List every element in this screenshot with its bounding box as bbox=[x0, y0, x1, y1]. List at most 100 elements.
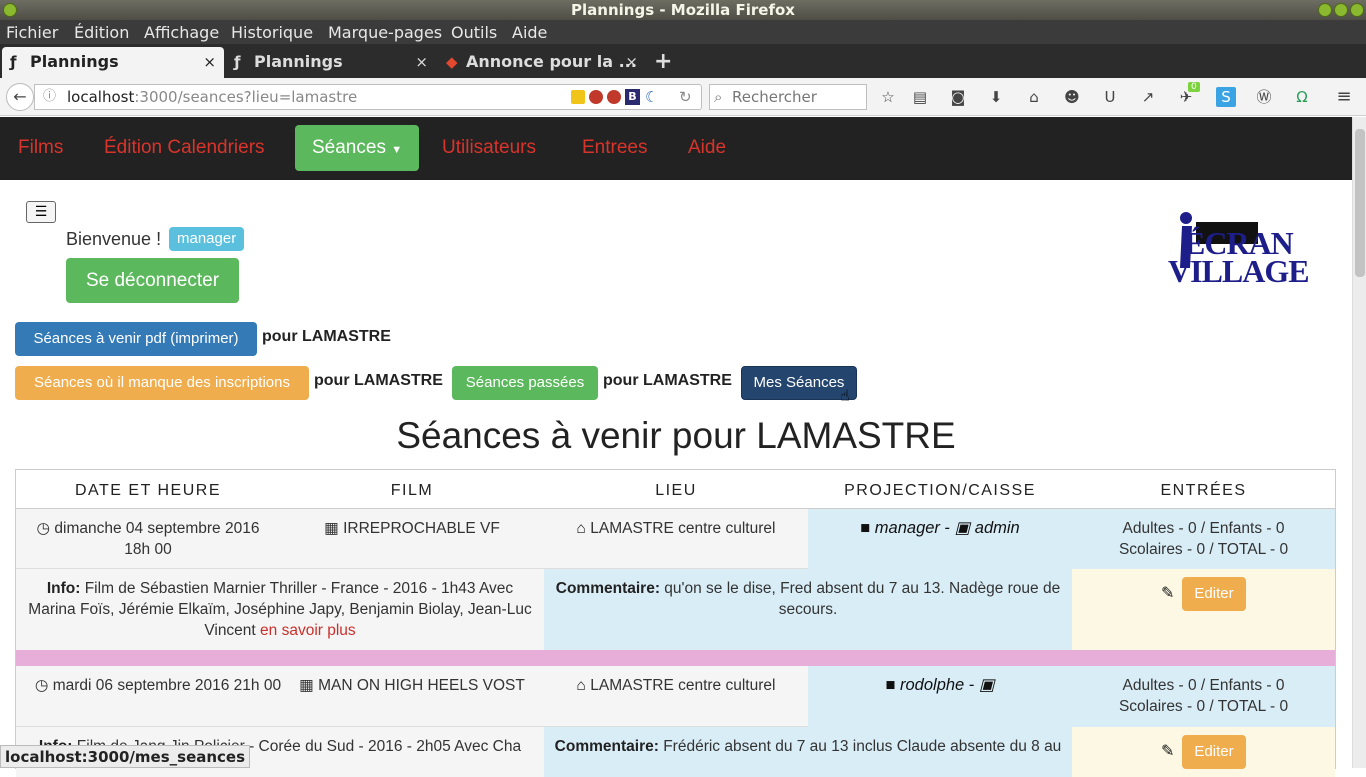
film-cell: ▦ MAN ON HIGH HEELS VOST bbox=[280, 675, 544, 696]
table-row: ◷ mardi 06 septembre 2016 21h 00 ▦ MAN O… bbox=[16, 666, 1335, 727]
home-icon[interactable]: ⌂ bbox=[1024, 87, 1044, 107]
tab-bar: ƒ Plannings × ƒ Plannings × ◆ Annonce po… bbox=[0, 44, 1366, 78]
edit-button[interactable]: Editer bbox=[1182, 577, 1246, 611]
addon-icon[interactable] bbox=[607, 90, 621, 104]
addon-icon[interactable] bbox=[589, 90, 603, 104]
tab-label: Annonce pour la ... bbox=[466, 52, 637, 71]
comment-label: Commentaire: bbox=[554, 738, 659, 755]
menu-edition[interactable]: Édition bbox=[74, 23, 129, 42]
past-seances-button[interactable]: Séances passées bbox=[452, 366, 598, 400]
menu-aide[interactable]: Aide bbox=[512, 23, 547, 42]
entrees-line2: Scolaires - 0 / TOTAL - 0 bbox=[1118, 541, 1289, 558]
video-camera-icon: ■ bbox=[860, 519, 871, 537]
menu-marque-pages[interactable]: Marque-pages bbox=[328, 23, 442, 42]
window-title: Plannings - Mozilla Firefox bbox=[571, 1, 795, 19]
info-icon[interactable]: ⓘ bbox=[43, 85, 56, 109]
en-savoir-plus-link[interactable]: en savoir plus bbox=[260, 622, 356, 639]
menu-affichage[interactable]: Affichage bbox=[144, 23, 219, 42]
welcome-text: Bienvenue ! bbox=[66, 229, 162, 249]
search-icon: ⌕ bbox=[714, 88, 723, 106]
nav-entrees[interactable]: Entrees bbox=[582, 117, 647, 180]
pour-lamastre-label: pour LAMASTRE bbox=[603, 372, 732, 389]
tab-plannings[interactable]: ƒ Plannings × bbox=[226, 47, 436, 78]
seances-pdf-button[interactable]: Séances à venir pdf (imprimer) bbox=[15, 322, 257, 356]
addon-icon[interactable] bbox=[571, 90, 585, 104]
download-icon[interactable]: ⬇ bbox=[986, 87, 1006, 107]
close-tab-icon[interactable]: × bbox=[203, 47, 216, 77]
pour-lamastre-label: pour LAMASTRE bbox=[314, 372, 443, 389]
maximize-icon[interactable] bbox=[1334, 3, 1348, 17]
nav-aide[interactable]: Aide bbox=[688, 117, 726, 180]
lieu-text: LAMASTRE centre culturel bbox=[590, 677, 776, 694]
row-separator bbox=[16, 650, 1335, 666]
info-cell: Info: Film de Sébastien Marnier Thriller… bbox=[26, 578, 534, 641]
gitlab-favicon-icon: ◆ bbox=[446, 53, 458, 71]
entrees-line2: Scolaires - 0 / TOTAL - 0 bbox=[1118, 698, 1289, 715]
minimize-icon[interactable] bbox=[1318, 3, 1332, 17]
missing-inscriptions-button[interactable]: Séances où il manque des inscriptions bbox=[15, 366, 309, 400]
wordpress-icon[interactable]: Ⓦ bbox=[1254, 87, 1274, 107]
nav-seances-dropdown[interactable]: Séances ▼ bbox=[295, 125, 420, 171]
table-header: DATE ET HEURE FILM LIEU PROJECTION/CAISS… bbox=[16, 469, 1335, 509]
s-extension-icon[interactable]: S bbox=[1216, 87, 1236, 107]
pencil-icon: ✎ bbox=[1161, 741, 1175, 760]
pocket-icon[interactable]: ◙ bbox=[948, 87, 968, 107]
addon-icon[interactable]: ☾ bbox=[645, 85, 658, 109]
nav-films[interactable]: Films bbox=[18, 117, 63, 180]
date-text: dimanche 04 septembre 2016 bbox=[54, 520, 260, 537]
headphones-icon[interactable]: Ω bbox=[1292, 87, 1312, 107]
clock-icon: ◷ bbox=[36, 520, 51, 537]
pen-icon[interactable]: ↗ bbox=[1138, 87, 1158, 107]
page-scrollbar[interactable] bbox=[1352, 117, 1366, 768]
menu-historique[interactable]: Historique bbox=[231, 23, 313, 42]
entrees-cell: Adultes - 0 / Enfants - 0 Scolaires - 0 /… bbox=[1072, 518, 1335, 560]
entrees-line1: Adultes - 0 / Enfants - 0 bbox=[1122, 520, 1285, 537]
ecran-village-logo: ÉCRAN VILLAGE bbox=[1168, 208, 1316, 292]
nav-utilisateurs[interactable]: Utilisateurs bbox=[442, 117, 536, 180]
close-tab-icon[interactable]: × bbox=[415, 47, 428, 77]
ublock-icon[interactable]: U bbox=[1100, 87, 1120, 107]
extension-badge: 0 bbox=[1188, 82, 1200, 92]
status-bar-url: localhost:3000/mes_seances bbox=[0, 745, 251, 768]
reading-list-icon[interactable]: ▤ bbox=[910, 87, 930, 107]
url-bar[interactable]: ⓘ localhost:3000/seances?lieu=lamastre B… bbox=[34, 84, 702, 110]
close-tab-icon[interactable]: × bbox=[625, 47, 638, 77]
sidebar-toggle-button[interactable]: ☰ bbox=[26, 201, 56, 223]
home-icon: ⌂ bbox=[576, 520, 586, 537]
bookmark-star-icon[interactable]: ☆ bbox=[878, 87, 898, 107]
search-placeholder: Rechercher bbox=[732, 88, 817, 106]
hamburger-menu-icon[interactable]: ≡ bbox=[1334, 87, 1354, 107]
search-box[interactable]: ⌕ Rechercher bbox=[709, 84, 867, 110]
header-projection: PROJECTION/CAISSE bbox=[844, 482, 1036, 499]
table-row-info: Info: Film de Sébastien Marnier Thriller… bbox=[16, 569, 1335, 650]
scrollbar-thumb[interactable] bbox=[1355, 129, 1365, 277]
logout-button[interactable]: Se déconnecter bbox=[66, 258, 239, 303]
film-cell: ▦ IRREPROCHABLE VF bbox=[280, 518, 544, 539]
video-camera-icon: ■ bbox=[885, 676, 896, 694]
url-host: localhost bbox=[67, 88, 135, 106]
table-row: ◷ dimanche 04 septembre 2016 18h 00 ▦ IRR… bbox=[16, 509, 1335, 569]
tab-label: Plannings bbox=[30, 52, 119, 71]
back-button[interactable]: ← bbox=[6, 83, 34, 111]
nav-edition-calendriers[interactable]: Édition Calendriers bbox=[104, 117, 265, 180]
edit-button[interactable]: Editer bbox=[1182, 735, 1246, 769]
bibtex-icon[interactable]: B bbox=[625, 89, 640, 105]
comment-text: qu'on se le dise, Fred absent du 7 au 13… bbox=[664, 580, 1061, 618]
chat-icon[interactable]: ☻ bbox=[1062, 87, 1082, 107]
reload-icon[interactable]: ↻ bbox=[679, 85, 692, 109]
entrees-line1: Adultes - 0 / Enfants - 0 bbox=[1122, 677, 1285, 694]
site-navbar: Films Édition Calendriers Séances ▼ Util… bbox=[0, 117, 1352, 180]
comment-text: Frédéric absent du 7 au 13 inclus Claude… bbox=[663, 738, 1062, 755]
tab-annonce[interactable]: ◆ Annonce pour la ... × bbox=[438, 47, 646, 78]
window-menu-icon[interactable] bbox=[3, 3, 17, 17]
entrees-cell: Adultes - 0 / Enfants - 0 Scolaires - 0 /… bbox=[1072, 675, 1335, 717]
menu-outils[interactable]: Outils bbox=[451, 23, 497, 42]
navigation-toolbar: ⓘ localhost:3000/seances?lieu=lamastre B… bbox=[0, 78, 1366, 116]
new-tab-button[interactable]: + bbox=[648, 47, 678, 78]
menu-fichier[interactable]: Fichier bbox=[6, 23, 58, 42]
tab-plannings-active[interactable]: ƒ Plannings × bbox=[2, 47, 224, 78]
close-window-icon[interactable] bbox=[1350, 3, 1364, 17]
briefcase-icon: ▣ bbox=[978, 676, 995, 694]
film-title: IRREPROCHABLE VF bbox=[343, 520, 500, 537]
home-icon: ⌂ bbox=[576, 677, 586, 694]
